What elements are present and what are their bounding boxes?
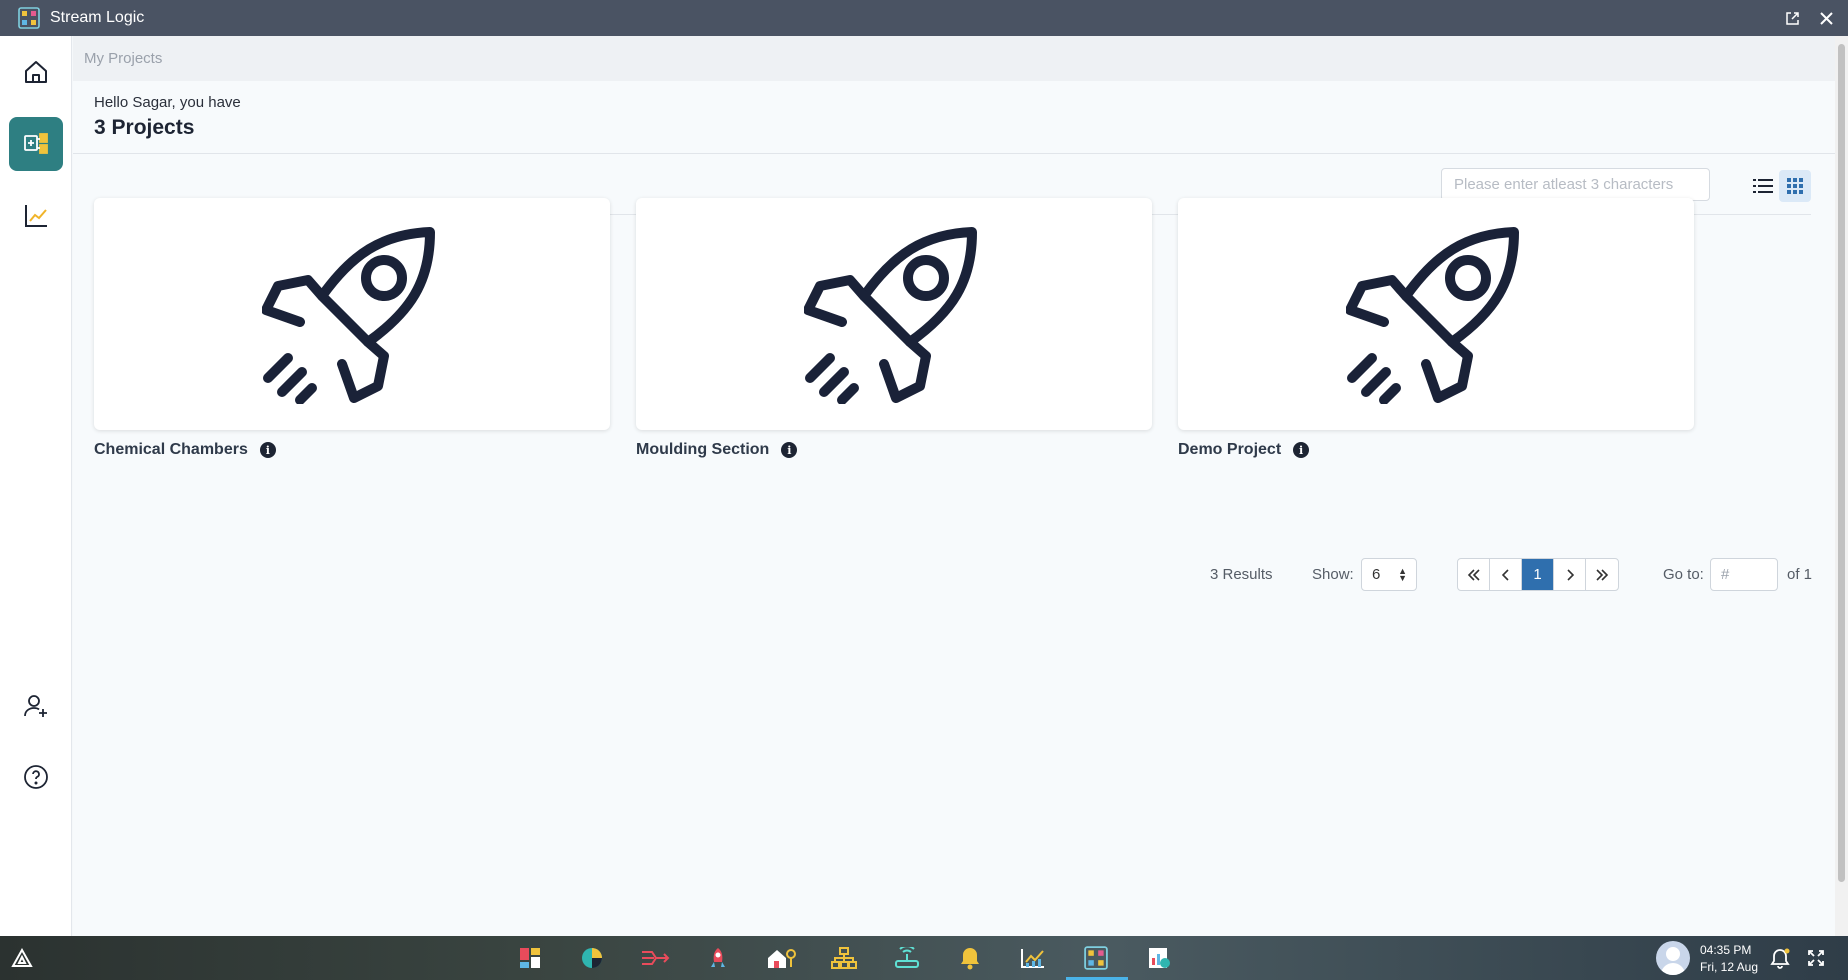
stream-logic-app-icon[interactable] <box>1080 942 1112 974</box>
router-app-icon[interactable] <box>891 942 923 974</box>
page-title: 3 Projects <box>94 116 195 139</box>
breadcrumb: My Projects <box>84 50 163 67</box>
select-arrows-icon: ▲ ▼ <box>1398 566 1407 583</box>
project-label: Chemical Chambers i <box>94 441 276 459</box>
dashboard-app-icon[interactable] <box>514 942 546 974</box>
rocket-icon <box>1346 227 1519 404</box>
sidebar-item-help[interactable] <box>9 750 63 804</box>
first-page-button[interactable] <box>1458 559 1490 590</box>
flow-app-icon[interactable] <box>639 942 671 974</box>
close-icon[interactable] <box>1816 8 1836 28</box>
rocket-icon <box>262 227 435 404</box>
main-content: My Projects Hello Sagar, you have 3 Proj… <box>73 36 1835 936</box>
info-icon[interactable]: i <box>1293 442 1310 458</box>
home-key-app-icon[interactable] <box>765 942 797 974</box>
vertical-scrollbar[interactable] <box>1835 36 1848 936</box>
search-input[interactable] <box>1441 168 1710 201</box>
breadcrumb-bar: My Projects <box>73 36 1835 81</box>
rocket-icon <box>804 227 977 404</box>
double-chevron-left-icon <box>1467 568 1480 581</box>
notification-bell-icon[interactable] <box>1764 942 1796 974</box>
fullscreen-icon[interactable] <box>1800 942 1832 974</box>
analytics-app-icon[interactable] <box>1017 942 1049 974</box>
prev-page-button[interactable] <box>1490 559 1522 590</box>
taskbar: 04:35 PM Fri, 12 Aug <box>0 936 1848 980</box>
divider <box>73 153 1835 154</box>
page-size-select[interactable]: 6 ▲ ▼ <box>1361 558 1417 591</box>
app-title: Stream Logic <box>50 9 145 26</box>
greeting-text: Hello Sagar, you have <box>94 94 241 111</box>
project-label: Moulding Section i <box>636 441 798 459</box>
sidebar <box>0 36 72 936</box>
goto-label: Go to: <box>1663 566 1704 583</box>
list-view-button[interactable] <box>1747 170 1779 202</box>
double-chevron-right-icon <box>1596 568 1609 581</box>
hierarchy-app-icon[interactable] <box>828 942 860 974</box>
list-view-icon <box>1753 179 1773 193</box>
info-icon[interactable]: i <box>259 442 276 458</box>
project-name[interactable]: Demo Project <box>1178 441 1281 459</box>
sidebar-item-add-user[interactable] <box>9 679 63 733</box>
project-card-chemical-chambers[interactable] <box>94 198 610 430</box>
project-board-icon <box>24 133 48 154</box>
sidebar-item-analytics[interactable] <box>9 189 63 243</box>
pie-chart-app-icon[interactable] <box>576 942 608 974</box>
report-app-icon[interactable] <box>1143 942 1175 974</box>
grid-view-button[interactable] <box>1779 170 1811 202</box>
project-name[interactable]: Moulding Section <box>636 441 769 459</box>
add-user-icon <box>24 695 47 717</box>
chevron-left-icon <box>1501 568 1509 581</box>
avatar[interactable] <box>1656 941 1690 975</box>
rocket-app-icon[interactable] <box>702 942 734 974</box>
project-card-moulding-section[interactable] <box>636 198 1152 430</box>
popout-icon[interactable] <box>1782 8 1802 28</box>
scrollbar-thumb[interactable] <box>1838 44 1845 882</box>
page-size-value: 6 <box>1372 566 1381 583</box>
project-card-demo-project[interactable] <box>1178 198 1694 430</box>
last-page-button[interactable] <box>1586 559 1618 590</box>
next-page-button[interactable] <box>1554 559 1586 590</box>
project-label: Demo Project i <box>1178 441 1310 459</box>
page-number-button[interactable]: 1 <box>1522 559 1554 590</box>
sidebar-item-projects[interactable] <box>9 117 63 171</box>
help-icon <box>24 765 48 789</box>
home-icon <box>25 61 47 83</box>
start-menu-icon[interactable] <box>6 942 38 974</box>
grid-view-icon <box>1787 178 1803 194</box>
stream-logic-logo-icon <box>18 7 40 29</box>
chevron-right-icon <box>1566 568 1574 581</box>
trend-chart-icon <box>25 205 47 227</box>
results-count: 3 Results <box>1210 566 1273 583</box>
taskbar-clock: 04:35 PM Fri, 12 Aug <box>1700 942 1758 976</box>
clock-time: 04:35 PM <box>1700 943 1752 957</box>
show-label: Show: <box>1312 566 1354 583</box>
info-icon[interactable]: i <box>781 442 798 458</box>
alerts-app-icon[interactable] <box>954 942 986 974</box>
sidebar-item-home[interactable] <box>9 45 63 99</box>
goto-page-input[interactable] <box>1710 558 1778 591</box>
total-pages: of 1 <box>1787 566 1813 583</box>
pagination-controls: 1 <box>1457 558 1619 591</box>
clock-date: Fri, 12 Aug <box>1700 960 1759 974</box>
title-bar: Stream Logic <box>0 0 1848 36</box>
project-name[interactable]: Chemical Chambers <box>94 441 248 459</box>
